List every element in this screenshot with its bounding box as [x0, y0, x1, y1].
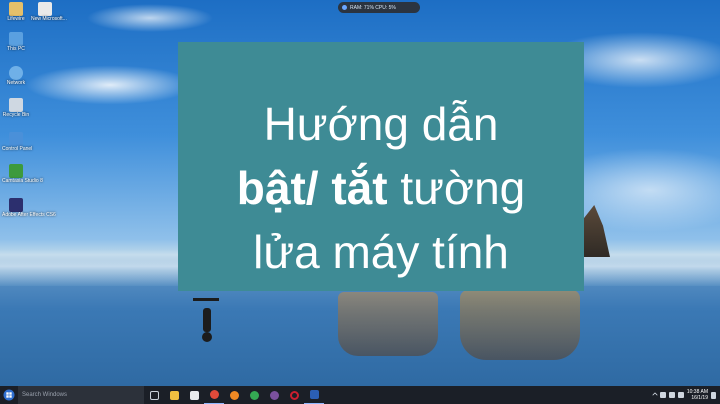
word-icon: [309, 390, 319, 399]
clock-date: 16/1/19: [691, 395, 708, 401]
volume-icon[interactable]: [668, 392, 675, 398]
desktop-icon-new-document[interactable]: New Microsoft...: [31, 2, 67, 22]
desktop-icon-camtasia[interactable]: Camtasia Studio 8: [2, 164, 43, 184]
taskbar-app-word[interactable]: [304, 386, 324, 404]
opera-icon: [289, 390, 299, 400]
rock-reflection-left: [338, 292, 438, 356]
start-button[interactable]: [0, 386, 18, 404]
title-line-2-rest: tường: [387, 162, 526, 214]
clock[interactable]: 10:38 AM 16/1/19: [687, 389, 708, 401]
after-effects-icon: [9, 198, 23, 212]
title-line-1: Hướng dẫn: [263, 98, 499, 150]
camtasia-icon: [9, 164, 23, 178]
control-panel-icon: [9, 132, 23, 146]
firefox-icon: [229, 390, 239, 400]
taskbar-app-chrome-alt[interactable]: [244, 386, 264, 404]
desktop-icon-after-effects[interactable]: Adobe After Effects CS6: [2, 198, 56, 218]
viber-icon: [269, 390, 279, 400]
chevron-up-icon[interactable]: [652, 392, 658, 398]
taskbar-app-viber[interactable]: [264, 386, 284, 404]
keyboard-icon[interactable]: [677, 392, 684, 398]
network-icon[interactable]: [659, 392, 666, 398]
browser-icon: [249, 390, 259, 400]
desktop-icon-network[interactable]: Network: [2, 66, 30, 86]
monitor-icon: [342, 5, 347, 10]
taskbar-app-store[interactable]: [184, 386, 204, 404]
taskbar-app-opera[interactable]: [284, 386, 304, 404]
taskbar-search-box[interactable]: Search Windows: [18, 386, 144, 404]
recycle-bin-icon: [9, 98, 23, 112]
search-placeholder: Search Windows: [22, 392, 68, 398]
folder-icon: [9, 2, 23, 16]
taskbar: Search Windows 10:38 AM 16/1/19: [0, 386, 720, 404]
desktop-icon-control-panel[interactable]: Control Panel: [2, 132, 32, 152]
task-view-button[interactable]: [144, 386, 164, 404]
desktop-icon-lifewire[interactable]: Lifewire: [2, 2, 30, 22]
title-line-3: lửa máy tính: [253, 226, 509, 278]
folder-icon: [169, 390, 179, 400]
store-icon: [189, 390, 199, 400]
desktop-icon-recycle-bin[interactable]: Recycle Bin: [2, 98, 30, 118]
rock-reflection-right: [460, 290, 580, 360]
monitor-text: RAM: 71% CPU: 5%: [350, 4, 396, 11]
taskbar-app-file-explorer[interactable]: [164, 386, 184, 404]
windows-logo-icon: [3, 389, 15, 401]
person-silhouette: [193, 298, 219, 350]
title-line-2-bold: bật/ tắt: [236, 162, 388, 214]
document-icon: [38, 2, 52, 16]
title-card: Hướng dẫn bật/ tắt tường lửa máy tính: [178, 42, 584, 291]
notification-icon[interactable]: [711, 391, 716, 399]
desktop-icon-this-pc[interactable]: This PC: [2, 32, 30, 52]
computer-icon: [9, 32, 23, 46]
chrome-icon: [209, 390, 219, 399]
task-view-icon: [149, 390, 159, 400]
taskbar-app-chrome[interactable]: [204, 386, 224, 404]
taskbar-app-firefox[interactable]: [224, 386, 244, 404]
title-line-2: bật/ tắt tường: [178, 162, 584, 214]
system-tray: 10:38 AM 16/1/19: [652, 386, 720, 404]
resource-monitor-widget[interactable]: RAM: 71% CPU: 5%: [338, 2, 420, 13]
network-icon: [9, 66, 23, 80]
